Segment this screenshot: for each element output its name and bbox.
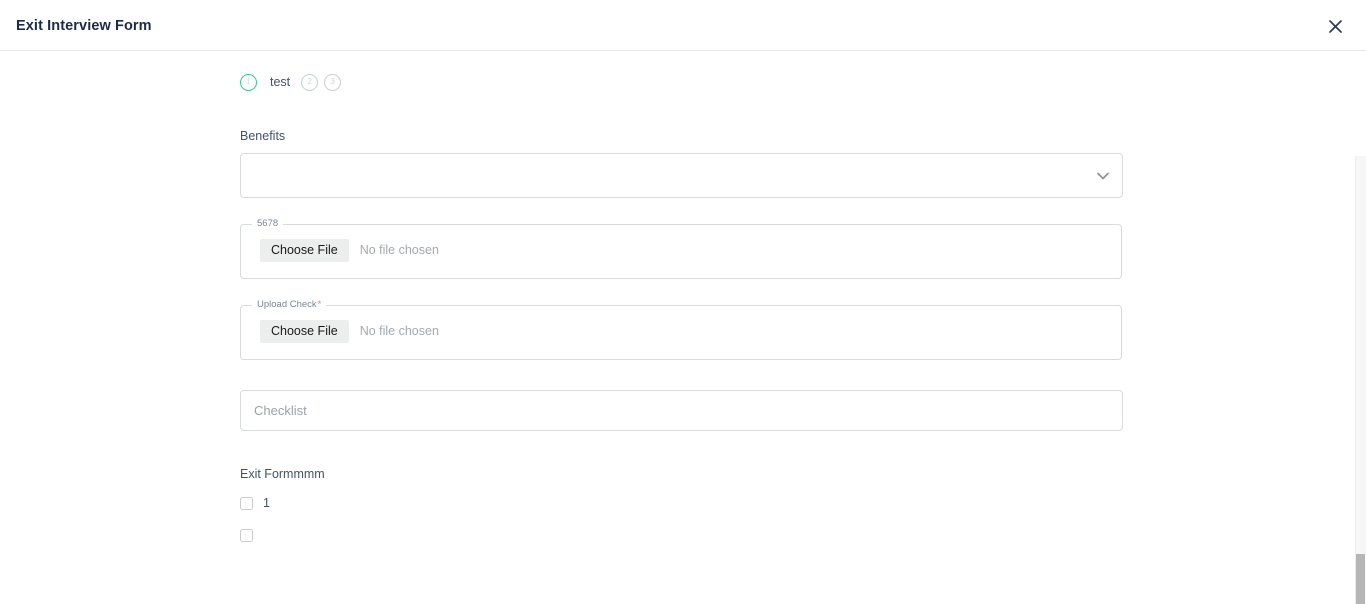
vertical-scrollbar-track[interactable]	[1355, 156, 1366, 604]
upload-check-legend: Upload Check*	[252, 299, 327, 310]
upload-check-choose-file-button[interactable]: Choose File	[260, 319, 349, 343]
close-icon	[1328, 19, 1343, 34]
upload-check-file-row: Choose File No file chosen	[260, 319, 439, 343]
modal-header: Exit Interview Form	[0, 0, 1366, 51]
benefits-select[interactable]	[240, 153, 1123, 198]
upload-5678-legend: 5678	[252, 218, 284, 229]
stepper: 1 test 2 3	[240, 71, 342, 93]
upload-5678-legend-text: 5678	[257, 218, 279, 229]
checkbox-icon[interactable]	[240, 528, 253, 542]
page-title: Exit Interview Form	[16, 18, 152, 34]
checklist-input[interactable]	[240, 390, 1123, 431]
checkbox-icon[interactable]	[240, 496, 253, 510]
required-asterisk: *	[317, 299, 322, 310]
upload-5678-choose-file-button[interactable]: Choose File	[260, 238, 349, 262]
upload-check-fieldset: Upload Check* Choose File No file chosen	[240, 299, 1122, 360]
exit-form-option-2[interactable]	[240, 526, 263, 544]
benefits-label: Benefits	[240, 129, 286, 143]
step-indicator-2[interactable]: 2	[301, 73, 319, 91]
exit-form-group-label: Exit Formmmm	[240, 467, 325, 481]
upload-5678-fieldset: 5678 Choose File No file chosen	[240, 218, 1122, 279]
chevron-down-icon	[1096, 170, 1110, 182]
modal-body: 1 test 2 3 Benefits 5678 Choose File No …	[0, 51, 1366, 604]
upload-check-legend-text: Upload Check	[257, 299, 317, 310]
exit-form-option-1[interactable]: 1	[240, 494, 270, 512]
close-button[interactable]	[1322, 13, 1348, 39]
step-number-1: 1	[246, 77, 251, 86]
step-number-3: 3	[330, 77, 335, 86]
exit-interview-modal: Exit Interview Form 1 test 2 3 Benefits …	[0, 0, 1366, 604]
upload-check-file-status: No file chosen	[359, 324, 439, 338]
vertical-scrollbar-thumb[interactable]	[1356, 554, 1365, 604]
exit-form-option-1-label: 1	[263, 496, 270, 510]
step-indicator-3[interactable]: 3	[324, 73, 342, 91]
upload-5678-file-row: Choose File No file chosen	[260, 238, 439, 262]
upload-5678-file-status: No file chosen	[359, 243, 439, 257]
step-label-test: test	[270, 75, 291, 89]
step-indicator-1[interactable]: 1	[240, 73, 257, 91]
step-number-2: 2	[307, 77, 312, 86]
